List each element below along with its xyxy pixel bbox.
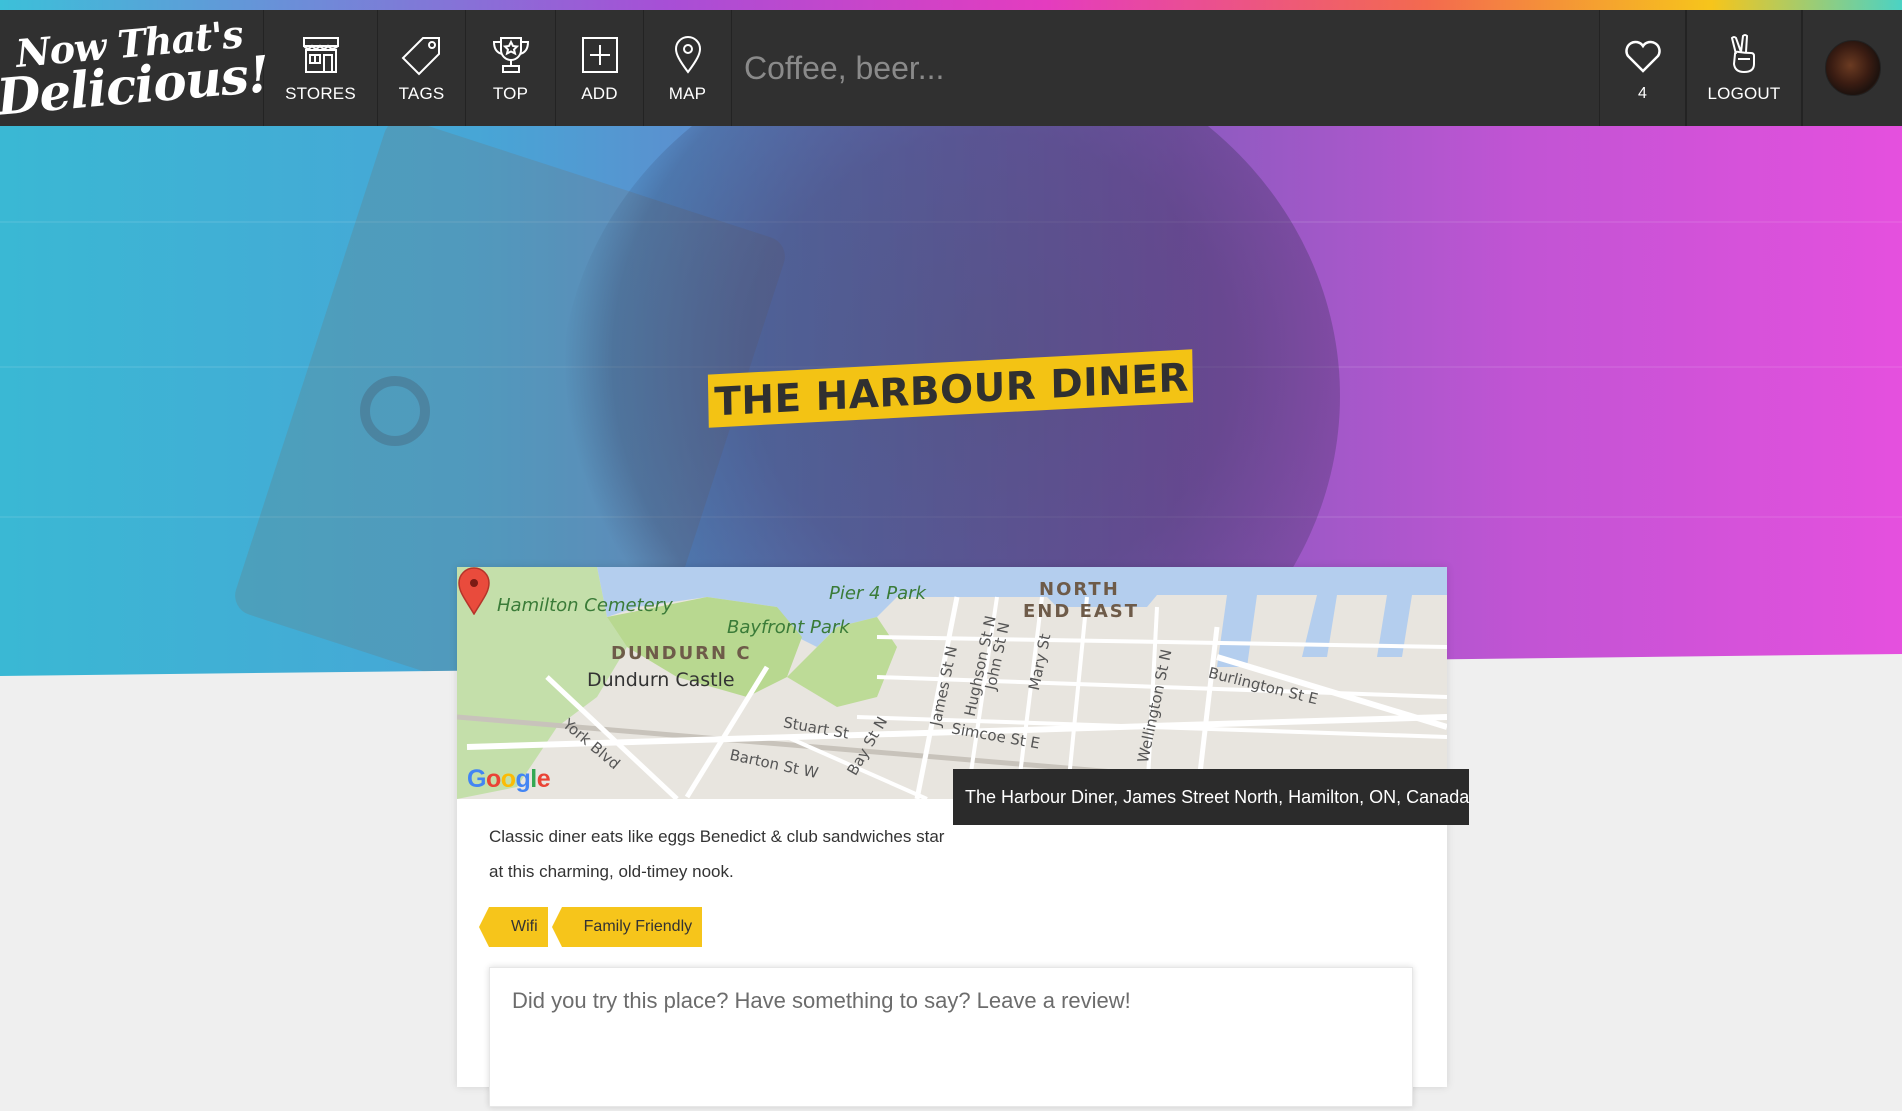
nav-add-label: ADD: [581, 84, 618, 103]
map-label-pier4: Pier 4 Park: [829, 583, 926, 604]
map-label-hamilton-cemetery: Hamilton Cemetery: [497, 595, 673, 616]
search-bar: [732, 10, 1599, 126]
peace-hand-icon: [1730, 34, 1755, 74]
logout-label: LOGOUT: [1707, 84, 1781, 103]
nav-top-label: TOP: [492, 84, 529, 103]
tag-icon: [401, 37, 440, 76]
review-input[interactable]: [490, 968, 1412, 1106]
nav-add[interactable]: ADD: [556, 10, 644, 126]
avatar: [1824, 40, 1881, 96]
map-marker-icon[interactable]: [457, 567, 491, 615]
store-card: Hamilton Cemetery Pier 4 Park Bayfront P…: [457, 567, 1447, 1107]
nav-logout[interactable]: LOGOUT: [1686, 10, 1802, 126]
store-tags: Wifi Family Friendly: [479, 907, 703, 947]
add-icon: [581, 37, 618, 73]
tag-family-friendly[interactable]: Family Friendly: [551, 907, 703, 947]
map-label-dundurn-castle: Dundurn Castle: [587, 669, 735, 691]
heart-icon: [1624, 40, 1661, 73]
map-label-north-end-east-2: END EAST: [1023, 601, 1140, 622]
nav-tags[interactable]: TAGS: [378, 10, 466, 126]
review-form: [489, 967, 1413, 1107]
title-wrap: THE HARBOUR DINER: [0, 349, 1902, 428]
store-icon: [302, 37, 339, 73]
tag-wifi[interactable]: Wifi: [479, 907, 548, 947]
avatar-button[interactable]: [1802, 10, 1902, 126]
logo-text: Now That's Delicious!: [0, 11, 271, 127]
nav-tags-label: TAGS: [398, 84, 445, 103]
rainbow-stripe: [0, 0, 1902, 10]
map-label-north-end-east-1: NORTH: [1039, 579, 1120, 600]
nav-stores-label: STORES: [285, 84, 356, 103]
logo[interactable]: Now That's Delicious!: [0, 10, 271, 127]
trophy-icon: [492, 37, 529, 73]
nav-stores[interactable]: STORES: [264, 10, 378, 126]
map-pin-icon: [674, 36, 701, 74]
nav-map-label: MAP: [668, 84, 707, 103]
map-label-dundurn: DUNDURN C: [611, 643, 752, 664]
nav-map[interactable]: MAP: [644, 10, 732, 126]
store-description: Classic diner eats like eggs Benedict & …: [489, 827, 945, 881]
nav-hearts[interactable]: 4: [1599, 10, 1686, 126]
map-label-bayfront: Bayfront Park: [727, 617, 850, 638]
map-address-tooltip: The Harbour Diner, James Street North, H…: [953, 769, 1469, 825]
store-map[interactable]: Hamilton Cemetery Pier 4 Park Bayfront P…: [457, 567, 1447, 799]
hearts-count: 4: [1637, 85, 1648, 102]
google-logo: Google: [467, 765, 551, 793]
nav-top[interactable]: TOP: [466, 10, 556, 126]
search-input[interactable]: [744, 40, 1344, 96]
top-nav: Now That's Delicious! STORES TAGS TOP AD…: [0, 10, 1902, 127]
